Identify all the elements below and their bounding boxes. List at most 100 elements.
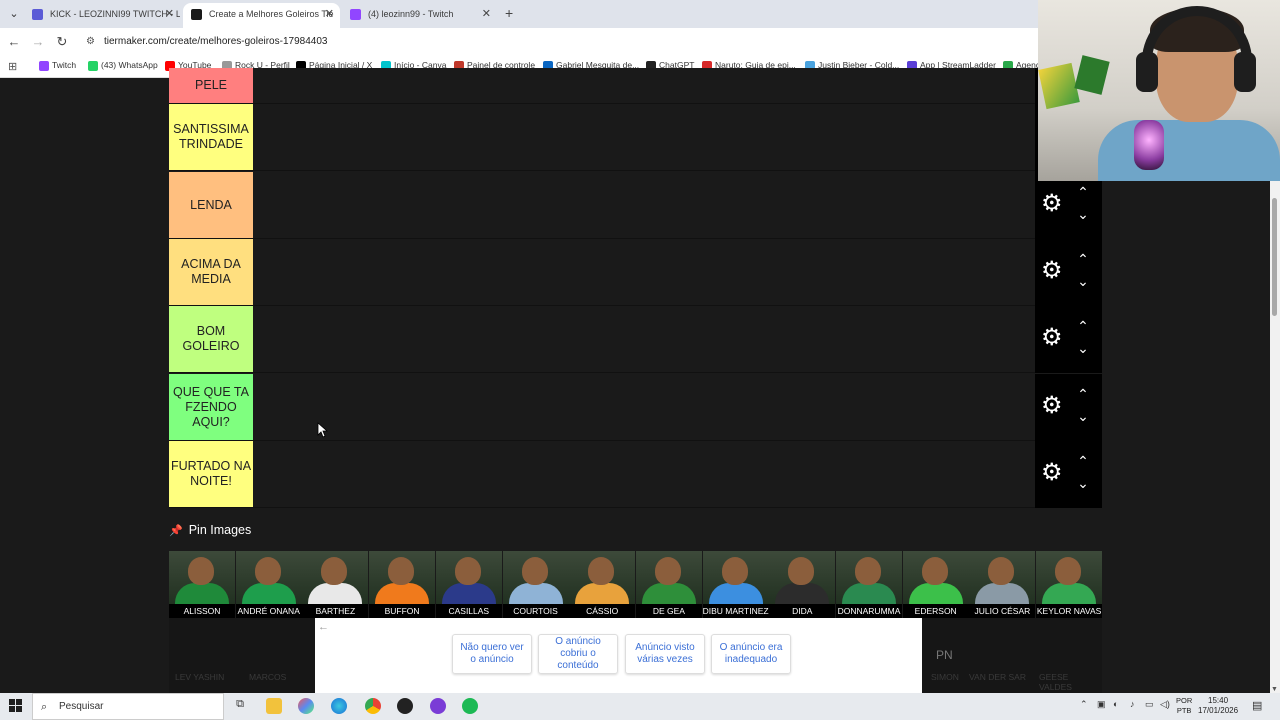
player-card[interactable]: ANDRÉ ONANA [235,551,302,618]
hidden-player-name: MARCOS [249,672,287,682]
player-card[interactable]: ALISSON [169,551,235,618]
gear-icon[interactable]: ⚙ [1041,461,1063,485]
player-name: ALISSON [169,604,235,618]
move-up-icon[interactable]: ⌃ [1073,318,1093,334]
move-down-icon[interactable]: ⌄ [1073,408,1093,424]
move-up-icon[interactable]: ⌃ [1073,386,1093,402]
ad-logo: PN [936,648,953,662]
tier-drop-zone[interactable] [253,172,1035,238]
volume-icon[interactable]: ◁) [1160,699,1170,710]
tier-label[interactable]: ACIMA DA MEDIA [169,239,253,305]
obs-icon[interactable] [397,698,413,714]
bookmark-favicon-icon [88,61,98,71]
tier-drop-zone[interactable] [253,306,1035,372]
player-card[interactable]: DONNARUMMA [836,551,902,618]
apps-grid-icon[interactable]: ⊞ [8,60,17,73]
tier-drop-zone[interactable] [253,239,1035,305]
player-card[interactable]: CASILLAS [435,551,502,618]
gear-icon[interactable]: ⚙ [1041,192,1063,216]
move-up-icon[interactable]: ⌃ [1073,453,1093,469]
move-down-icon[interactable]: ⌄ [1073,475,1093,491]
forward-arrow-icon[interactable]: → [30,34,46,49]
twitch-favicon-icon [350,9,361,20]
webcam-overlay [1038,0,1280,181]
close-icon[interactable]: ✕ [482,3,491,25]
gear-icon[interactable]: ⚙ [1041,326,1063,350]
tray-chevron-icon[interactable]: ⌃ [1080,699,1088,710]
bookmark-item[interactable]: (43) WhatsApp [88,60,158,71]
tier-label[interactable]: QUE QUE TA FZENDO AQUI? [169,374,253,440]
player-photo [921,557,948,585]
site-info-icon[interactable]: ⚙ [86,31,95,53]
player-card[interactable]: CÁSSIO [569,551,636,618]
move-down-icon[interactable]: ⌄ [1073,340,1093,356]
hidden-player-name: SIMON [931,672,959,682]
move-down-icon[interactable]: ⌄ [1073,206,1093,222]
network-icon[interactable]: ▭ [1145,699,1154,710]
scroll-down-icon[interactable]: ▼ [1271,686,1278,693]
player-card[interactable]: BUFFON [369,551,436,618]
scrollbar-thumb[interactable] [1272,198,1277,316]
url-bar[interactable]: ⚙ tiermaker.com/create/melhores-goleiros… [78,31,1033,53]
tier-label[interactable]: SANTISSIMA TRINDADE [169,104,253,170]
tier-drop-zone[interactable] [253,441,1035,507]
reload-icon[interactable]: ↻ [54,34,70,50]
system-clock[interactable]: 15:40 17/01/2026 [1198,696,1238,716]
ad-feedback-button[interactable]: O anúncio cobriu o conteúdo [538,634,618,674]
ad-feedback-button[interactable]: O anúncio era inadequado [711,634,791,674]
tray-app-icon[interactable]: ◐ [1113,699,1118,709]
move-up-icon[interactable]: ⌃ [1073,251,1093,267]
gear-icon[interactable]: ⚙ [1041,394,1063,418]
copilot-icon[interactable] [298,698,314,714]
tab-kick[interactable]: KICK - LEOZINNI99 TWITCH - L ✕ [24,3,180,28]
windows-start-icon[interactable] [9,699,23,713]
spotify-icon[interactable] [462,698,478,714]
tab-twitch[interactable]: (4) leozinn99 - Twitch ✕ [342,3,497,28]
input-language-indicator[interactable]: POR PTB [1176,696,1192,716]
bookmark-item[interactable]: Twitch [39,60,76,71]
move-up-icon[interactable]: ⌃ [1073,184,1093,200]
url-text: tiermaker.com/create/melhores-goleiros-1… [104,36,328,47]
search-placeholder: Pesquisar [59,701,104,712]
tier-label[interactable]: LENDA [169,172,253,238]
chrome-icon[interactable] [365,698,381,714]
close-icon[interactable]: ✕ [165,3,174,25]
edge-icon[interactable] [331,698,347,714]
player-card[interactable]: BARTHEZ [302,551,369,618]
move-down-icon[interactable]: ⌄ [1073,273,1093,289]
player-card[interactable]: DIBU MARTINEZ [702,551,769,618]
player-card[interactable]: DIDA [769,551,836,618]
microphone-icon[interactable]: ♪ [1130,699,1135,709]
taskbar-search-input[interactable]: ⌕ Pesquisar [32,693,224,720]
tab-tiermaker[interactable]: Create a Melhores Goleiros Tie ✕ [183,3,340,28]
tier-label[interactable]: BOM GOLEIRO [169,306,253,372]
ad-feedback-button[interactable]: Não quero ver o anúncio [452,634,532,674]
tier-label[interactable]: PELE [169,68,253,103]
player-card[interactable]: EDERSON [902,551,969,618]
gear-icon[interactable]: ⚙ [1041,259,1063,283]
back-arrow-icon[interactable]: ← [6,34,22,49]
back-arrow-icon[interactable]: ← [318,621,329,633]
tray-app-icon[interactable]: ▣ [1097,699,1106,710]
player-card[interactable]: KEYLOR NAVAS [1036,551,1103,618]
new-tab-button[interactable]: + [505,5,513,21]
player-image-row: ALISSON ANDRÉ ONANA BARTHEZ BUFFON CASILLAS C… [169,551,1103,618]
player-card[interactable]: DE GEA [635,551,702,618]
task-view-icon[interactable]: ⧉ [232,698,248,714]
lang-top: POR [1176,696,1193,705]
file-explorer-icon[interactable] [266,698,282,714]
close-icon[interactable]: ✕ [325,3,334,25]
player-name: CÁSSIO [569,604,636,618]
app-icon[interactable] [430,698,446,714]
ad-feedback-button[interactable]: Anúncio visto várias vezes [625,634,705,674]
bookmark-label: (43) WhatsApp [101,60,158,70]
tier-drop-zone[interactable] [253,68,1035,103]
player-card[interactable]: JULIO CÉSAR [969,551,1036,618]
notifications-icon[interactable]: ▤ [1252,699,1262,712]
player-photo [721,557,748,585]
tab-search-chevron-icon[interactable]: ⌄ [6,6,22,22]
tier-drop-zone[interactable] [253,374,1035,440]
tier-drop-zone[interactable] [253,104,1035,170]
player-card[interactable]: COURTOIS [502,551,569,618]
tier-label[interactable]: FURTADO NA NOITE! [169,441,253,507]
